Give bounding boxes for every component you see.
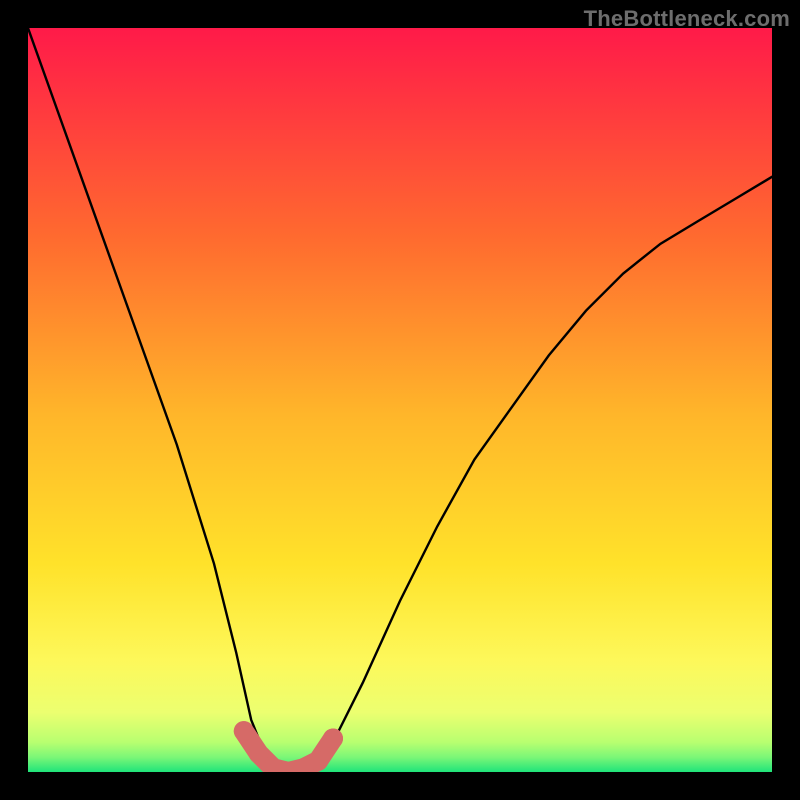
valley-marker-dot — [249, 743, 269, 763]
chart-frame: TheBottleneck.com — [0, 0, 800, 800]
valley-marker-dot — [234, 721, 254, 741]
valley-marker-dot — [323, 729, 343, 749]
gradient-background — [28, 28, 772, 772]
chart-plot-area — [28, 28, 772, 772]
valley-marker-dot — [308, 751, 328, 771]
chart-svg — [28, 28, 772, 772]
